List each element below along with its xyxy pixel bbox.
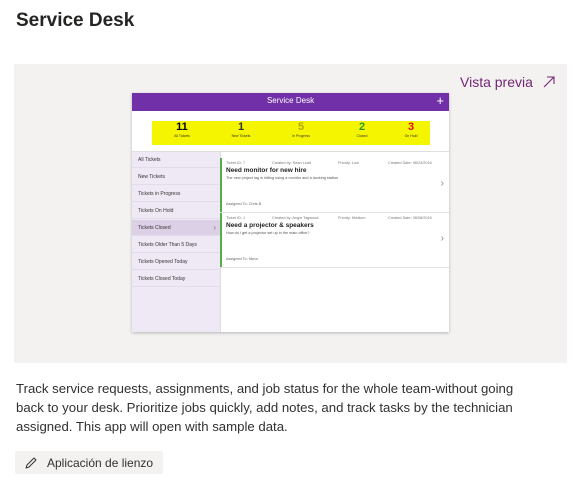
ticket-created-date: Created Date: 08/23/2016	[388, 161, 432, 165]
stat-label: In Progress	[292, 134, 310, 138]
ticket-title: Need a projector & speakers	[226, 222, 314, 229]
stat-value: 1	[237, 121, 245, 133]
sidebar-item-all-tickets[interactable]: All Tickets	[132, 152, 220, 168]
ticket-title: Need monitor for new hire	[226, 167, 307, 174]
sidebar-item-tickets-older[interactable]: Tickets Older Than 5 Days	[132, 237, 220, 253]
ticket-description: The new project lag is hitting using a m…	[226, 176, 339, 180]
sidebar-item-tickets-on-hold[interactable]: Tickets On Hold	[132, 203, 220, 219]
pen-icon	[25, 457, 37, 468]
stat-value: 2	[358, 121, 366, 133]
ticket-priority: Priority: Medium	[338, 216, 366, 220]
stats-bar: 11 All Tickets 1 New Tickets 5 In Progre…	[132, 111, 449, 152]
ticket-created-by: Created by: Sean Lodd	[272, 161, 312, 165]
chevron-right-icon: ›	[213, 223, 216, 232]
stat-value: 3	[407, 121, 415, 133]
preview-link-label: Vista previa	[460, 74, 533, 90]
app-title: Service Desk	[266, 96, 315, 105]
sidebar: All Tickets New Tickets Tickets in Progr…	[132, 152, 221, 332]
ticket-status-bar	[220, 158, 222, 212]
chevron-right-icon[interactable]: ›	[441, 178, 444, 189]
stat-label: All Tickets	[174, 134, 190, 138]
sidebar-item-tickets-opened-today[interactable]: Tickets Opened Today	[132, 254, 220, 270]
open-external-icon	[543, 76, 555, 88]
stat-value: 11	[176, 121, 188, 133]
sidebar-item-tickets-in-progress[interactable]: Tickets in Progress	[132, 186, 220, 202]
stat-closed[interactable]: 2 Closed	[332, 121, 392, 145]
ticket-assigned: Assigned To: Nima	[226, 257, 258, 261]
stat-label: New Tickets	[231, 134, 251, 138]
chevron-right-icon[interactable]: ›	[441, 233, 444, 244]
ticket-priority: Priority: Low	[338, 161, 359, 165]
stat-on-hold[interactable]: 3 On Hold	[392, 121, 430, 145]
app-preview: Service Desk + 11 All Tickets 1 New Tick…	[132, 93, 449, 332]
stat-in-progress[interactable]: 5 In Progress	[270, 121, 332, 145]
app-header: Service Desk +	[132, 93, 449, 111]
ticket-created-date: Created Date: 08/08/2016	[388, 216, 432, 220]
preview-link[interactable]: Vista previa	[460, 74, 555, 90]
sidebar-item-new-tickets[interactable]: New Tickets	[132, 169, 220, 185]
ticket-id: Ticket ID: 7	[226, 161, 246, 165]
ticket-created-by: Created by: Angie Tagwood	[272, 216, 319, 220]
sidebar-item-tickets-closed-today[interactable]: Tickets Closed Today	[132, 271, 220, 287]
sidebar-item-label: Tickets Closed	[138, 225, 171, 231]
canvas-app-chip: Aplicación de lienzo	[15, 451, 164, 474]
stat-label: Closed	[356, 134, 368, 138]
ticket-assigned: Assigned To: Chris B	[226, 202, 262, 206]
stat-label: On Hold	[404, 134, 418, 138]
ticket-description: How do I get a projector set up in the m…	[226, 231, 310, 235]
stat-all-tickets[interactable]: 11 All Tickets	[152, 121, 212, 145]
app-description: Track service requests, assignments, and…	[16, 381, 514, 434]
sidebar-item-tickets-closed[interactable]: Tickets Closed ›	[132, 220, 220, 236]
stat-new-tickets[interactable]: 1 New Tickets	[212, 121, 270, 145]
add-icon[interactable]: +	[436, 93, 444, 109]
page-title: Service Desk	[16, 10, 135, 31]
ticket-status-bar	[220, 213, 222, 267]
ticket-card[interactable]: Ticket ID: 1 Created by: Angie Tagwood P…	[220, 213, 449, 268]
ticket-id: Ticket ID: 1	[226, 216, 246, 220]
chip-label: Aplicación de lienzo	[47, 455, 154, 470]
ticket-card[interactable]: Ticket ID: 7 Created by: Sean Lodd Prior…	[220, 158, 449, 213]
stat-value: 5	[297, 121, 305, 133]
